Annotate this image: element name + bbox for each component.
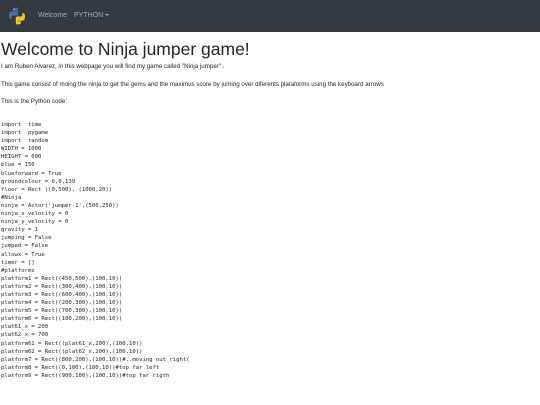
- code-line: platform2 = Rect((300,400),(100,10)): [1, 283, 123, 290]
- caret-down-icon: [105, 13, 110, 16]
- code-line: import time: [1, 122, 42, 128]
- code-line: WIDTH = 1000: [1, 146, 42, 153]
- code-line: blue = 150: [1, 162, 35, 169]
- code-line: ninja = Actor('jumper-1',(500,250)): [1, 202, 119, 209]
- code-line: #platforms: [1, 267, 35, 274]
- code-line: platform3 = Rect((600,400),(100,10)): [1, 291, 123, 298]
- code-line: platform61 = Rect((plat61_x,200),(100,10…: [1, 340, 143, 347]
- code-line: platform9 = Rect((900,100),(100,10))#top…: [1, 372, 170, 379]
- code-line: ninja_x_velocity = 0: [1, 211, 69, 218]
- code-line: blueforward = True: [1, 170, 62, 177]
- nav-python-dropdown[interactable]: PYTHON: [74, 0, 110, 32]
- code-line: jumped = False: [1, 243, 49, 250]
- code-line: floor = Rect ((0,500), (1000,20)): [1, 186, 113, 193]
- code-line: #Ninja: [1, 194, 22, 201]
- code-line: ninja_y_velocity = 0: [1, 219, 69, 226]
- page-title: Welcome to Ninja jumper game!: [1, 39, 250, 59]
- code-line: plat61_x = 200: [1, 324, 49, 331]
- python-logo-icon[interactable]: [6, 5, 28, 27]
- code-line: platform6 = Rect((100,200),(100,10)): [1, 316, 123, 323]
- navbar: Welcome PYTHON: [0, 0, 540, 32]
- python-code-block: import time import pygame import random WID…: [1, 121, 190, 380]
- nav-welcome-link[interactable]: Welcome: [38, 0, 67, 32]
- code-label: This is the Python code:: [1, 98, 68, 105]
- code-line: import random: [1, 138, 49, 145]
- code-line: plat62_x = 700: [1, 332, 49, 339]
- intro-text: I am Ruben Alvarez, in this webpage you …: [1, 63, 225, 70]
- code-line: allowx = True: [1, 251, 45, 258]
- code-line: groundcolour = 0,0,139: [1, 178, 76, 185]
- code-line: platform5 = Rect((700,300),(100,10)): [1, 308, 123, 315]
- code-line: platform8 = Rect((0,100),(100,10))#top f…: [1, 364, 160, 371]
- code-line: platform1 = Rect((450,500),(100,10)): [1, 275, 123, 282]
- description-text: This game consist of moing the ninja to …: [1, 81, 384, 88]
- nav-python-label: PYTHON: [74, 12, 104, 19]
- code-line: timer = []: [1, 259, 35, 266]
- code-line: platform62 = Rect((plat62_x,200),(100,10…: [1, 348, 143, 355]
- code-line: jumping = False: [1, 235, 52, 242]
- code-line: platform4 = Rect((200,300),(100,10)): [1, 300, 123, 307]
- code-line: platform7 = Rect((800,200),(100,10))#..m…: [1, 356, 190, 363]
- code-line: import pygame: [1, 130, 49, 137]
- code-line: gravity = 1: [1, 227, 39, 234]
- code-line: HEIGHT = 600: [1, 154, 42, 161]
